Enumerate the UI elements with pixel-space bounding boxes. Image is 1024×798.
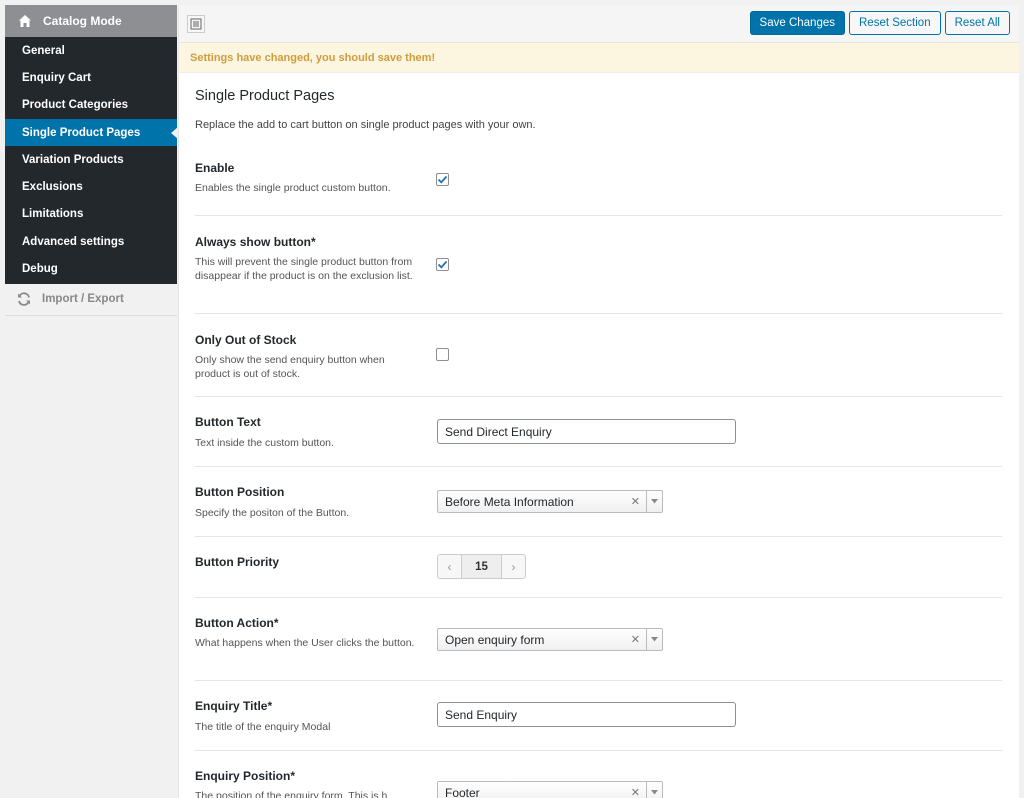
- button-action-select[interactable]: Open enquiry form ✕: [437, 628, 663, 651]
- sidebar-item-debug[interactable]: Debug: [5, 255, 177, 282]
- field-enquiry-title: Enquiry Title* The title of the enquiry …: [195, 681, 1002, 751]
- sidebar-nav: General Enquiry Cart Product Categories …: [5, 37, 178, 284]
- field-description: Specify the positon of the Button.: [195, 507, 350, 519]
- sidebar-item-import-export[interactable]: Import / Export: [5, 283, 177, 316]
- button-position-select[interactable]: Before Meta Information ✕: [437, 490, 663, 513]
- sidebar-item-advanced-settings[interactable]: Advanced settings: [5, 228, 177, 255]
- sidebar-item-label: Debug: [22, 263, 58, 276]
- enquiry-position-select[interactable]: Footer ✕: [437, 781, 663, 798]
- notice-text: Settings have changed, you should save t…: [190, 51, 436, 64]
- clear-icon[interactable]: ✕: [631, 633, 640, 646]
- sidebar-item-limitations[interactable]: Limitations: [5, 201, 177, 228]
- field-label: Enquiry Title*: [195, 699, 273, 713]
- toolbar: Save Changes Reset Section Reset All: [179, 5, 1019, 43]
- field-enquiry-position: Enquiry Position* The position of the en…: [195, 751, 1002, 798]
- settings-panel: Save Changes Reset Section Reset All Set…: [178, 5, 1019, 798]
- increment-icon[interactable]: ›: [502, 555, 525, 578]
- field-button-action: Button Action* What happens when the Use…: [195, 598, 1002, 681]
- out-of-stock-checkbox[interactable]: [436, 348, 449, 361]
- enquiry-title-input[interactable]: Send Enquiry: [437, 702, 736, 727]
- decrement-icon[interactable]: ‹: [438, 555, 461, 578]
- settings-content: Single Product Pages Replace the add to …: [179, 73, 1019, 798]
- home-icon: [18, 14, 32, 28]
- sidebar-item-label: Limitations: [22, 208, 84, 221]
- field-label: Enable: [195, 161, 235, 175]
- import-export-label: Import / Export: [42, 293, 124, 306]
- field-label: Button Priority: [195, 555, 279, 569]
- field-button-text: Button Text Text inside the custom butto…: [195, 397, 1002, 467]
- field-description: What happens when the User clicks the bu…: [195, 637, 415, 649]
- field-label: Button Text: [195, 415, 261, 429]
- sidebar-item-label: Exclusions: [22, 181, 83, 194]
- sidebar-item-label: Advanced settings: [22, 235, 125, 248]
- field-description: Text inside the custom button.: [195, 437, 334, 449]
- field-always-show-button: Always show button* This will prevent th…: [195, 216, 1002, 314]
- checkmark-icon: [437, 260, 448, 269]
- field-label: Always show button*: [195, 235, 316, 249]
- sidebar-item-label: Single Product Pages: [22, 126, 141, 139]
- sidebar: Catalog Mode General Enquiry Cart Produc…: [5, 5, 178, 798]
- clear-icon[interactable]: ✕: [631, 786, 640, 798]
- field-description: Enables the single product custom button…: [195, 182, 391, 194]
- button-priority-stepper[interactable]: ‹ 15 ›: [437, 554, 526, 579]
- select-value: Open enquiry form: [445, 632, 545, 647]
- chevron-down-icon[interactable]: [646, 629, 662, 650]
- stepper-value[interactable]: 15: [461, 555, 502, 578]
- checkmark-icon: [437, 175, 448, 184]
- field-enable: Enable Enables the single product custom…: [195, 131, 1002, 216]
- app-window: Catalog Mode General Enquiry Cart Produc…: [0, 0, 1024, 798]
- chevron-down-icon[interactable]: [646, 491, 662, 512]
- sidebar-item-label: Variation Products: [22, 153, 124, 166]
- toolbar-buttons: Save Changes Reset Section Reset All: [749, 11, 1010, 35]
- field-description: The position of the enquiry form. This i…: [195, 790, 388, 798]
- always-show-checkbox[interactable]: [436, 258, 449, 271]
- sidebar-item-exclusions[interactable]: Exclusions: [5, 173, 177, 200]
- sidebar-item-label: General: [22, 44, 65, 57]
- select-value: Before Meta Information: [445, 494, 574, 509]
- reset-all-button[interactable]: Reset All: [944, 11, 1010, 35]
- save-changes-button[interactable]: Save Changes: [749, 11, 845, 35]
- sidebar-item-general[interactable]: General: [5, 37, 177, 64]
- sidebar-item-label: Product Categories: [22, 99, 129, 112]
- unsaved-changes-notice: Settings have changed, you should save t…: [179, 43, 1019, 73]
- field-description: This will prevent the single product but…: [195, 256, 413, 282]
- refresh-icon: [16, 291, 32, 307]
- enable-checkbox[interactable]: [436, 173, 449, 186]
- expand-toggle-icon[interactable]: [187, 14, 205, 33]
- field-label: Button Position: [195, 485, 285, 499]
- reset-section-button[interactable]: Reset Section: [849, 11, 941, 35]
- sidebar-item-product-categories[interactable]: Product Categories: [5, 92, 177, 119]
- field-label: Enquiry Position*: [195, 769, 296, 783]
- field-label: Only Out of Stock: [195, 333, 297, 347]
- field-description: The title of the enquiry Modal: [195, 721, 331, 733]
- sidebar-header-title: Catalog Mode: [43, 14, 122, 28]
- select-value: Footer: [445, 785, 480, 798]
- sidebar-item-enquiry-cart[interactable]: Enquiry Cart: [5, 64, 177, 91]
- sidebar-item-variation-products[interactable]: Variation Products: [5, 146, 177, 173]
- field-button-position: Button Position Specify the positon of t…: [195, 467, 1002, 537]
- section-description: Replace the add to cart button on single…: [195, 119, 536, 131]
- sidebar-item-single-product-pages[interactable]: Single Product Pages: [5, 118, 178, 147]
- section-title: Single Product Pages: [195, 88, 335, 104]
- field-description: Only show the send enquiry button when p…: [195, 354, 385, 380]
- sidebar-item-label: Enquiry Cart: [22, 71, 92, 84]
- field-button-priority: Button Priority ‹ 15 ›: [195, 537, 1002, 598]
- field-label: Button Action*: [195, 616, 279, 630]
- chevron-down-icon[interactable]: [646, 782, 662, 798]
- sidebar-header[interactable]: Catalog Mode: [5, 5, 177, 37]
- clear-icon[interactable]: ✕: [631, 495, 640, 508]
- button-text-input[interactable]: Send Direct Enquiry: [437, 419, 736, 444]
- field-only-out-of-stock: Only Out of Stock Only show the send enq…: [195, 314, 1002, 397]
